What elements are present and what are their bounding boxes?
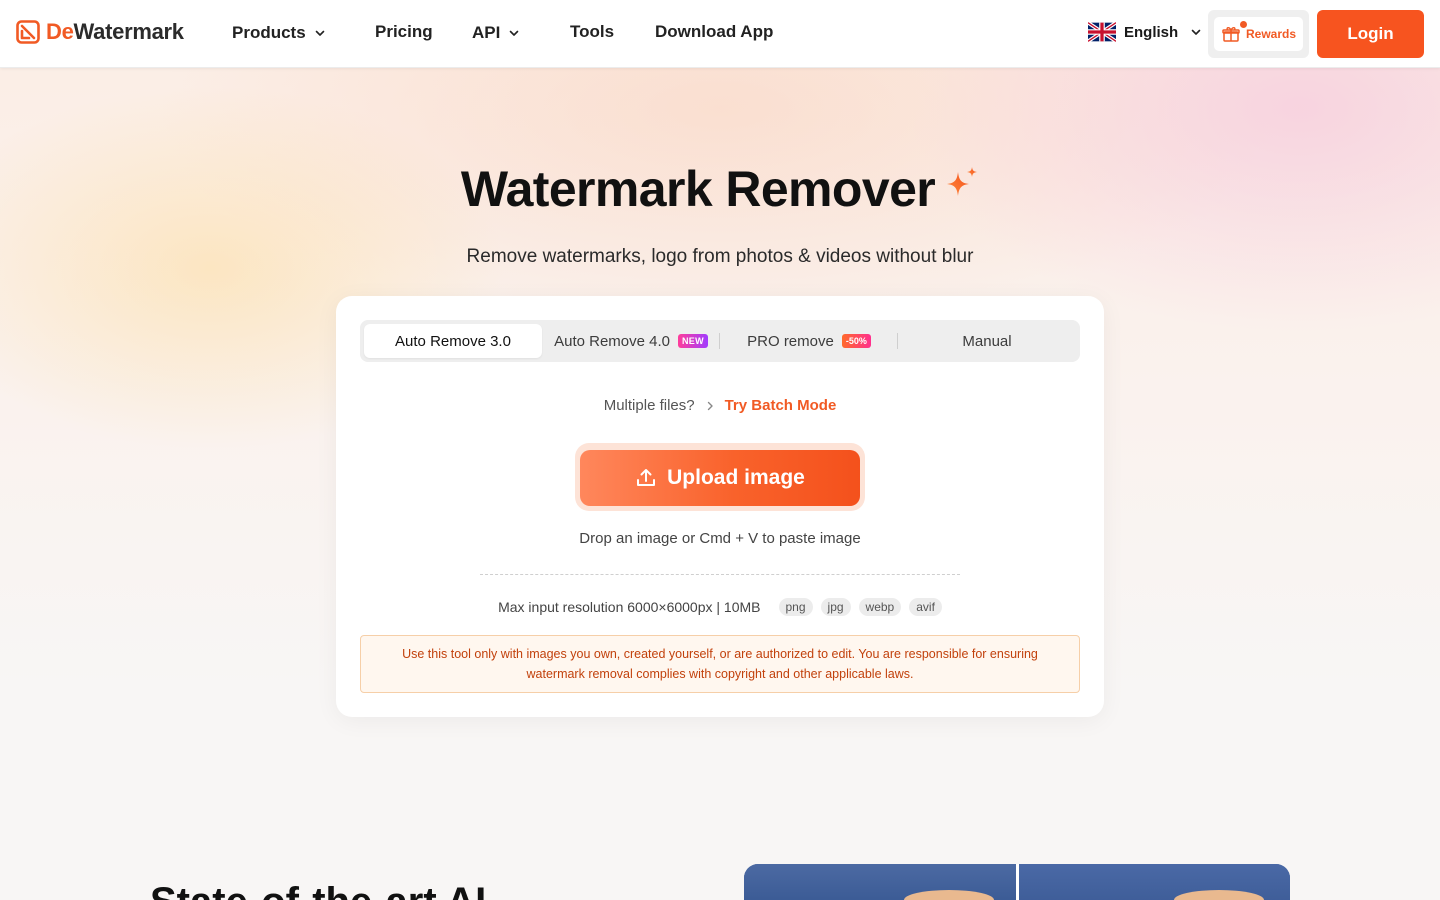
copyright-notice: Use this tool only with images you own, … [360, 635, 1080, 693]
section-heading: State-of-the-art AI [150, 880, 486, 900]
compare-slider-handle[interactable] [1016, 864, 1019, 900]
tab-label: Auto Remove 4.0 [554, 332, 670, 350]
rewards-label: Rewards [1246, 27, 1297, 41]
nav-download-app-label: Download App [655, 22, 774, 41]
format-tag-webp: webp [858, 598, 902, 616]
chevron-right-icon [707, 401, 713, 410]
tab-label: Auto Remove 3.0 [395, 332, 511, 350]
before-after-preview[interactable] [744, 864, 1290, 900]
tab-label: Manual [962, 332, 1012, 350]
upload-limits: Max input resolution 6000×6000px | 10MB … [336, 598, 1104, 616]
page-subtitle: Remove watermarks, logo from photos & vi… [466, 246, 974, 267]
language-label: English [1124, 23, 1179, 41]
nav-products-label: Products [232, 23, 306, 42]
logo-icon [16, 20, 40, 44]
dashed-divider [480, 574, 960, 575]
dewatermark-logo[interactable]: DeWatermark [16, 18, 184, 46]
format-tag-avif: avif [909, 598, 942, 616]
nav-download-app[interactable]: Download App [655, 19, 773, 45]
upload-image-button[interactable]: Upload image [580, 450, 860, 506]
upload-image-label: Upload image [667, 466, 805, 489]
mode-tabs: Auto Remove 3.0 Auto Remove 4.0 NEW PRO … [360, 320, 1080, 362]
upload-card: Auto Remove 3.0 Auto Remove 4.0 NEW PRO … [336, 296, 1104, 717]
chevron-down-icon [1191, 29, 1201, 35]
discount-badge: -50% [841, 334, 871, 348]
notification-dot [1240, 21, 1247, 28]
nav-pricing-label: Pricing [375, 22, 433, 41]
uk-flag-icon [1088, 22, 1116, 42]
rewards-container: Rewards [1208, 10, 1309, 58]
gift-icon [1222, 27, 1240, 42]
rewards-button[interactable]: Rewards [1214, 17, 1303, 51]
tab-pro-remove[interactable]: PRO remove -50% [720, 324, 898, 358]
nav-api-label: API [472, 23, 501, 42]
batch-prompt: Multiple files? [603, 397, 695, 414]
chevron-down-icon [510, 30, 519, 36]
top-navigation-bar: DeWatermark Products Pricing API Tools D… [0, 0, 1440, 68]
tab-manual[interactable]: Manual [898, 324, 1076, 358]
format-tag-png: png [778, 598, 813, 616]
chevron-down-icon [315, 30, 324, 36]
try-batch-mode-link[interactable]: Try Batch Mode [725, 397, 837, 414]
page-title-text: Watermark Remover [460, 161, 936, 217]
login-button[interactable]: Login [1317, 10, 1424, 58]
nav-api[interactable]: API [472, 20, 520, 46]
nav-tools[interactable]: Tools [570, 19, 614, 45]
upload-icon [637, 469, 656, 486]
logo-text: DeWatermark [46, 19, 184, 45]
nav-tools-label: Tools [570, 22, 615, 41]
batch-mode-row: Multiple files? Try Batch Mode [336, 397, 1104, 414]
limits-text: Max input resolution 6000×6000px | 10MB [498, 599, 761, 615]
tab-label: PRO remove [747, 332, 834, 350]
logo-brand-prefix: De [46, 19, 74, 44]
drop-hint: Drop an image or Cmd + V to paste image [579, 530, 861, 547]
sparkle-icon [947, 167, 978, 196]
language-selector[interactable]: English [1088, 22, 1202, 42]
tab-auto-remove-3[interactable]: Auto Remove 3.0 [364, 324, 542, 358]
page-title: Watermark Remover [0, 160, 1440, 218]
tab-auto-remove-4[interactable]: Auto Remove 4.0 NEW [542, 324, 720, 358]
nav-products[interactable]: Products [232, 20, 326, 46]
format-tag-jpg: jpg [820, 598, 851, 616]
nav-pricing[interactable]: Pricing [375, 19, 433, 45]
new-badge: NEW [678, 334, 708, 348]
logo-brand-suffix: Watermark [73, 19, 185, 44]
